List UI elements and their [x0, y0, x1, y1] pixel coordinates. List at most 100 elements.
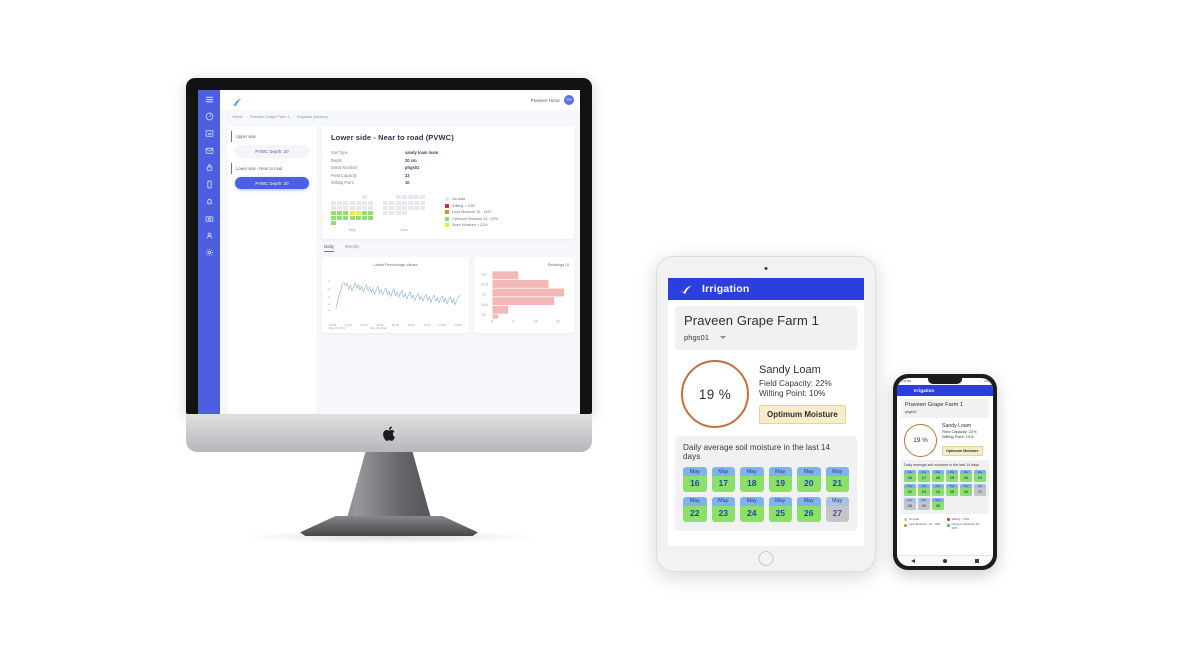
heatmap-cell[interactable] [356, 201, 361, 205]
day-tile[interactable]: May28 [904, 498, 916, 510]
mail-icon[interactable] [205, 146, 214, 155]
sensor-group-upper-side[interactable]: Upper side [231, 131, 313, 142]
heatmap-cell[interactable] [368, 221, 373, 225]
heatmap-cell[interactable] [362, 221, 367, 225]
heatmap-cell[interactable] [337, 216, 342, 220]
day-tile[interactable]: May21 [974, 470, 986, 482]
heatmap-cell[interactable] [389, 211, 394, 215]
day-tile[interactable]: May17 [712, 467, 736, 492]
heatmap-cell[interactable] [402, 211, 407, 215]
heatmap-cell[interactable] [383, 206, 388, 210]
heatmap-cell[interactable] [389, 206, 394, 210]
user-menu[interactable]: Praveen Horur PH [531, 95, 574, 105]
heatmap-cell[interactable] [343, 201, 348, 205]
heatmap-cell[interactable] [389, 201, 394, 205]
heatmap-cell[interactable] [331, 206, 336, 210]
day-tile[interactable]: May20 [797, 467, 821, 492]
heatmap-cell[interactable] [408, 206, 413, 210]
heatmap-cell[interactable] [383, 216, 388, 220]
phone-nav-bar[interactable] [897, 555, 993, 566]
heatmap-cell[interactable] [331, 211, 336, 215]
heatmap-cell[interactable] [368, 206, 373, 210]
breadcrumb-item-advisory[interactable]: Irrigation Advisory [297, 114, 328, 119]
day-tile[interactable]: May16 [683, 467, 707, 492]
heatmap-cell[interactable] [331, 221, 336, 225]
heatmap-cell[interactable] [350, 211, 355, 215]
daily-moisture-grid[interactable]: May16May17May18May19May20May21May22May23… [683, 467, 849, 522]
heatmap-cell[interactable] [356, 211, 361, 215]
day-tile[interactable]: May24 [740, 497, 764, 522]
day-tile[interactable]: May16 [904, 470, 916, 482]
heatmap-cell[interactable] [396, 211, 401, 215]
heatmap-cell[interactable] [414, 195, 419, 199]
day-tile[interactable]: May26 [960, 484, 972, 496]
day-tile[interactable]: May17 [918, 470, 930, 482]
heatmap-cell[interactable] [396, 195, 401, 199]
heatmap-cell[interactable] [389, 195, 394, 199]
day-tile[interactable]: May27 [974, 484, 986, 496]
heatmap-cell[interactable] [402, 216, 407, 220]
user-icon[interactable] [205, 231, 214, 240]
settings-icon[interactable] [205, 248, 214, 257]
device-icon[interactable] [205, 180, 214, 189]
day-tile[interactable]: May22 [683, 497, 707, 522]
day-tile[interactable]: May23 [918, 484, 930, 496]
chevron-down-icon[interactable] [720, 336, 726, 339]
heatmap-cell[interactable] [396, 221, 401, 225]
desktop-sidebar[interactable] [198, 90, 220, 414]
day-tile[interactable]: May18 [932, 470, 944, 482]
day-tile[interactable]: May30 [932, 498, 944, 510]
heatmap-cell[interactable] [414, 216, 419, 220]
heatmap-cell[interactable] [362, 195, 367, 199]
heatmap-cell[interactable] [408, 195, 413, 199]
breadcrumb-item-farm[interactable]: Praveen Grape Farm 1 [250, 114, 290, 119]
heatmap-cell[interactable] [337, 206, 342, 210]
day-tile[interactable]: May20 [960, 470, 972, 482]
heatmap-cell[interactable] [350, 201, 355, 205]
avatar[interactable]: PH [564, 95, 574, 105]
day-tile[interactable]: May25 [946, 484, 958, 496]
sensor-pill-upper-pvwc[interactable]: PVWC Depth: 20 [235, 145, 309, 157]
heatmap-cell[interactable] [343, 216, 348, 220]
heatmap-cell[interactable] [383, 201, 388, 205]
heatmap-cell[interactable] [368, 216, 373, 220]
tab-daily[interactable]: Daily [324, 244, 334, 253]
heatmap-cell[interactable] [343, 206, 348, 210]
heatmap-grid[interactable] [331, 195, 373, 225]
heatmap-cell[interactable] [389, 216, 394, 220]
heatmap-cell[interactable] [362, 206, 367, 210]
day-tile[interactable]: May18 [740, 467, 764, 492]
day-tile[interactable]: May24 [932, 484, 944, 496]
breadcrumb[interactable]: › Home › Praveen Grape Farm 1 › Irrigati… [220, 110, 580, 123]
heatmap-cell[interactable] [356, 195, 361, 199]
day-tile[interactable]: May29 [918, 498, 930, 510]
device-select[interactable]: phgs01 [684, 333, 848, 342]
day-tile[interactable]: May27 [826, 497, 850, 522]
breadcrumb-item-home[interactable]: Home [232, 114, 242, 119]
heatmap-cell[interactable] [402, 195, 407, 199]
heatmap-cell[interactable] [420, 206, 425, 210]
heatmap-cell[interactable] [420, 195, 425, 199]
status-badge[interactable]: Optimum Moisture [759, 405, 846, 424]
chart-icon[interactable] [205, 129, 214, 138]
ipad-home-button[interactable] [759, 551, 774, 566]
day-tile[interactable]: May23 [712, 497, 736, 522]
heatmap-cell[interactable] [362, 211, 367, 215]
menu-icon[interactable] [205, 95, 214, 104]
heatmap-cell[interactable] [408, 221, 413, 225]
heatmap-cell[interactable] [343, 221, 348, 225]
heatmap-cell[interactable] [356, 206, 361, 210]
heatmap-cell[interactable] [383, 211, 388, 215]
home-icon[interactable] [943, 559, 947, 563]
heatmap-cell[interactable] [331, 201, 336, 205]
heatmap-cell[interactable] [350, 195, 355, 199]
heatmap-cell[interactable] [414, 211, 419, 215]
camera-icon[interactable] [205, 214, 214, 223]
bell-icon[interactable] [205, 197, 214, 206]
dashboard-icon[interactable] [205, 112, 214, 121]
heatmap-cell[interactable] [337, 201, 342, 205]
lock-icon[interactable] [205, 163, 214, 172]
heatmap-cell[interactable] [402, 206, 407, 210]
heatmap-cell[interactable] [337, 195, 342, 199]
heatmap-cell[interactable] [420, 201, 425, 205]
